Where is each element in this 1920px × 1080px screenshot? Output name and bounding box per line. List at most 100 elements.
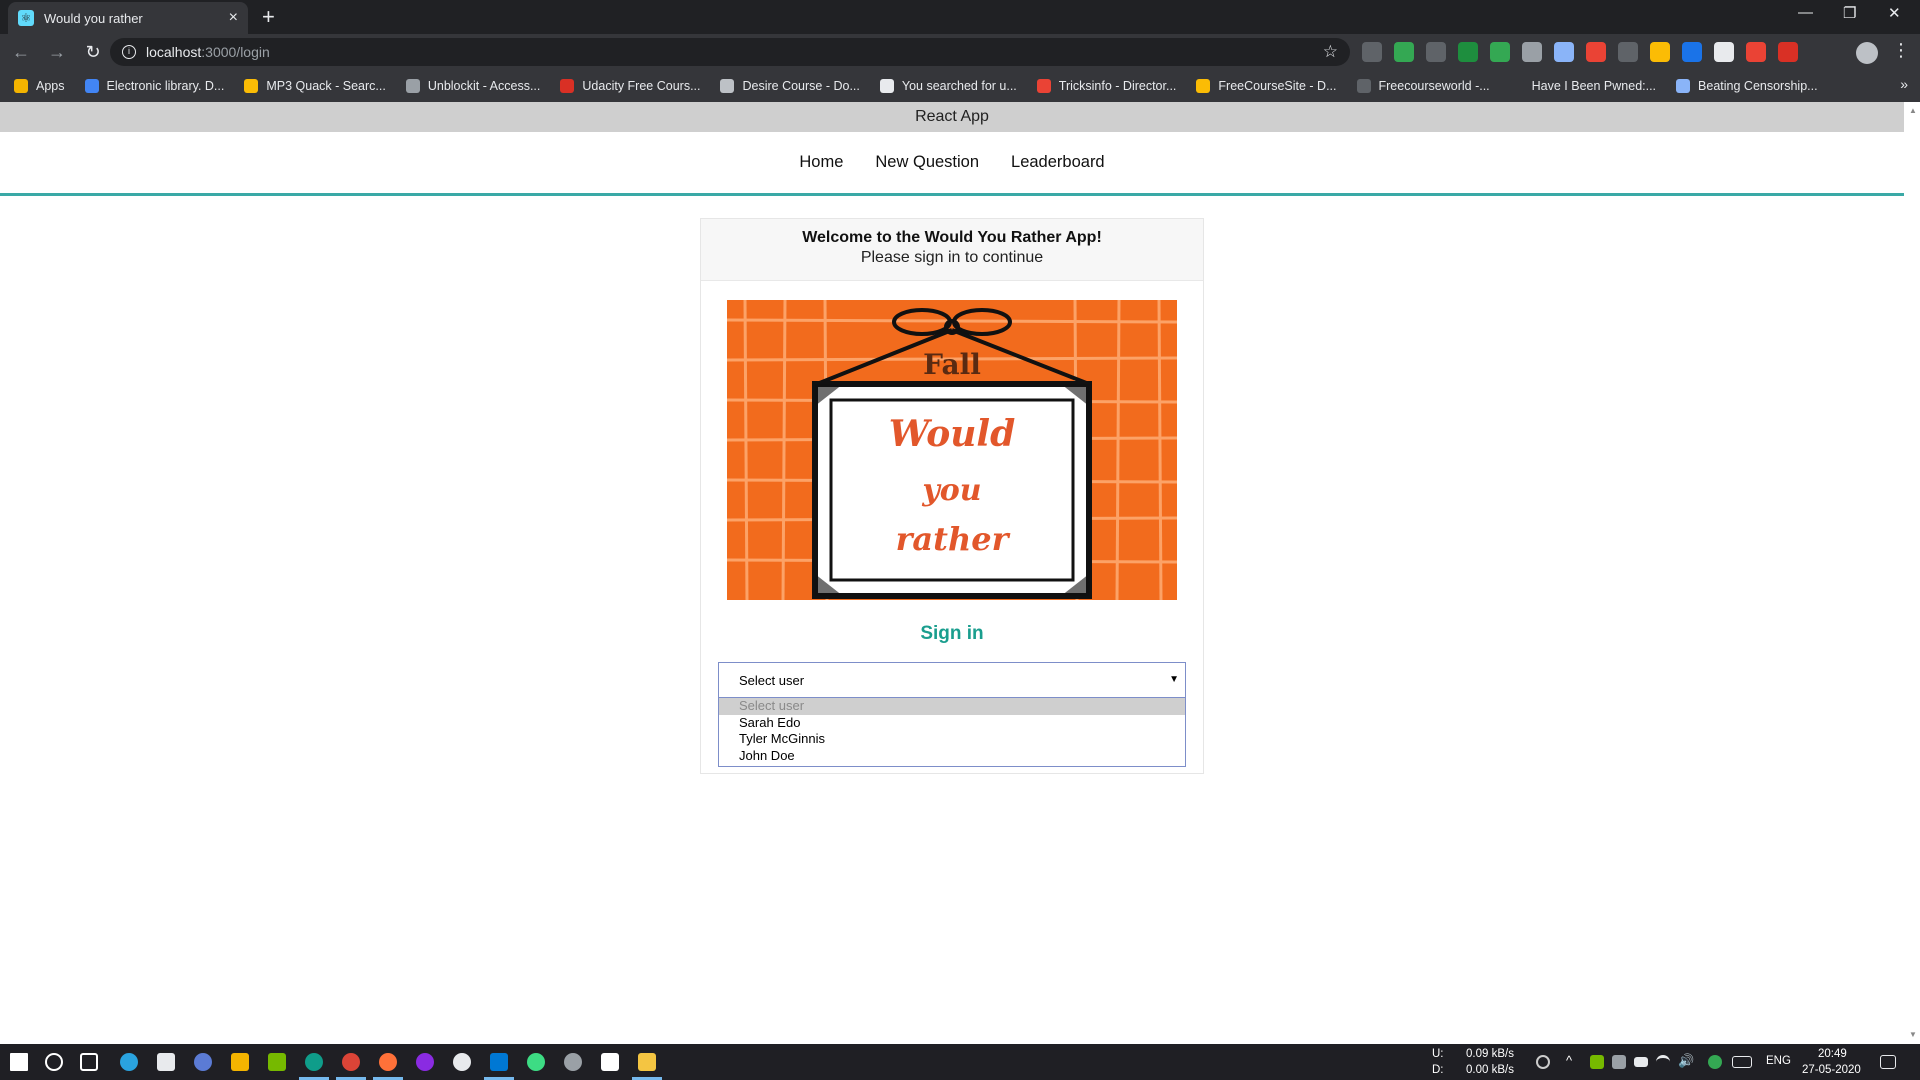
bookmark-item[interactable]: You searched for u... [879,79,1017,93]
user-select[interactable]: Select user ▼ [718,662,1186,698]
bookmark-label: Have I Been Pwned:... [1531,79,1657,93]
notification-center-icon[interactable] [1880,1055,1896,1069]
edge-icon[interactable] [305,1053,323,1071]
extension-icon[interactable] [1714,42,1734,62]
telegram-icon[interactable] [120,1053,138,1071]
profile-avatar[interactable] [1856,42,1878,64]
restore-button[interactable]: ❐ [1843,4,1856,22]
nvidia-tray-icon[interactable] [1590,1055,1604,1069]
chevron-down-icon: ▼ [1169,674,1179,685]
page-scrollbar[interactable] [1904,102,1920,1044]
react-favicon-icon: ⚛ [18,10,34,26]
bookmark-item[interactable]: Beating Censorship... [1676,79,1818,93]
extension-icon[interactable] [1746,42,1766,62]
tray-app-icon[interactable] [1612,1055,1626,1069]
security-tray-icon[interactable] [1708,1055,1722,1069]
tab-strip: ⚛ Would you rather × + — ❐ ✕ [0,0,1920,34]
extension-icon[interactable] [1618,42,1638,62]
bookmark-item[interactable]: Udacity Free Cours... [560,79,700,93]
language-indicator[interactable]: ENG [1766,1055,1791,1067]
extension-icon[interactable] [1522,42,1542,62]
vscode-icon[interactable] [490,1053,508,1071]
bookmark-item[interactable]: FreeCourseSite - D... [1196,79,1337,93]
close-tab-icon[interactable]: × [229,9,238,27]
tor-browser-icon[interactable] [416,1053,434,1071]
user-select-value: Select user [739,672,805,688]
nav-new-question[interactable]: New Question [875,153,979,172]
reload-button[interactable]: ↻ [78,42,108,63]
github-desktop-icon[interactable] [564,1053,582,1071]
login-card: Welcome to the Would You Rather App! Ple… [700,218,1204,774]
page-content: React App Home New Question Leaderboard … [0,102,1904,1044]
login-card-header: Welcome to the Would You Rather App! Ple… [701,219,1203,281]
browser-menu-icon[interactable]: ⋮ [1892,40,1910,61]
close-window-button[interactable]: ✕ [1888,4,1901,22]
send-icon[interactable] [157,1053,175,1071]
minimize-button[interactable]: — [1798,4,1813,21]
bookmark-item[interactable]: Desire Course - Do... [720,79,860,93]
back-button[interactable]: ← [6,42,36,63]
zeplin-icon[interactable] [601,1053,619,1071]
keyboard-icon[interactable] [1732,1056,1752,1068]
bookmark-label: Tricksinfo - Director... [1058,79,1177,93]
tray-chevron-up-icon[interactable]: ^ [1566,1053,1572,1068]
svg-text:Would: Would [889,413,1016,455]
nav-leaderboard[interactable]: Leaderboard [1011,153,1105,172]
browser-toolbar: ← → ↻ i localhost:3000/login ☆ ⋮ [0,34,1920,70]
extension-icon[interactable] [1426,42,1446,62]
clock-time[interactable]: 20:49 [1818,1048,1847,1060]
file-explorer-icon[interactable] [638,1053,656,1071]
welcome-title: Welcome to the Would You Rather App! [802,229,1102,246]
extension-icon[interactable] [1778,42,1798,62]
extension-icon[interactable] [1554,42,1574,62]
search-icon[interactable] [45,1053,63,1071]
windows-start-icon[interactable] [10,1053,28,1071]
battery-icon[interactable] [1634,1057,1648,1067]
address-bar[interactable]: i localhost:3000/login ☆ [110,38,1350,66]
forward-button[interactable]: → [42,42,72,63]
extension-icon[interactable] [1362,42,1382,62]
extension-icon[interactable] [1586,42,1606,62]
bookmark-favicon-icon [244,79,259,93]
url-path: :3000/login [201,44,270,60]
user-option-sarah-edo[interactable]: Sarah Edo [719,715,1185,732]
bookmark-star-icon[interactable]: ☆ [1323,42,1338,62]
extension-icon[interactable] [1490,42,1510,62]
new-tab-button[interactable]: + [262,6,275,28]
task-view-icon[interactable] [80,1053,98,1071]
clock-date[interactable]: 27-05-2020 [1802,1064,1861,1076]
scroll-down-arrow-icon[interactable]: ▼ [1909,1030,1917,1039]
user-option-john-doe[interactable]: John Doe [719,748,1185,765]
app-icon-blue[interactable] [194,1053,212,1071]
site-info-icon[interactable]: i [122,45,136,59]
bookmark-item[interactable]: Freecourseworld -... [1356,79,1490,93]
bookmark-item[interactable]: Unblockit - Access... [405,79,540,93]
user-option-tyler-mcginnis[interactable]: Tyler McGinnis [719,731,1185,748]
app-icon-white[interactable] [453,1053,471,1071]
extension-icon[interactable] [1650,42,1670,62]
extension-icon[interactable] [1458,42,1478,62]
bookmark-label: Udacity Free Cours... [582,79,701,93]
more-bookmarks-icon[interactable]: » [1900,76,1908,92]
nvidia-icon[interactable] [268,1053,286,1071]
firefox-icon[interactable] [379,1053,397,1071]
wifi-icon[interactable] [1656,1055,1670,1069]
bookmark-item[interactable]: Electronic library. D... [84,79,224,93]
bookmark-item[interactable]: Apps [14,79,65,93]
nav-home[interactable]: Home [799,153,843,172]
main-nav: Home New Question Leaderboard [0,132,1904,196]
url-host: localhost [146,44,202,60]
scroll-up-arrow-icon[interactable]: ▲ [1909,106,1917,115]
android-studio-icon[interactable] [527,1053,545,1071]
browser-tab[interactable]: ⚛ Would you rather × [8,2,248,34]
bookmark-item[interactable]: Have I Been Pwned:... [1509,79,1657,93]
upload-rate: 0.09 kB/s [1466,1048,1514,1060]
chrome-icon[interactable] [342,1053,360,1071]
app-icon-yellow[interactable] [231,1053,249,1071]
bookmark-item[interactable]: MP3 Quack - Searc... [244,79,386,93]
extension-icon[interactable] [1682,42,1702,62]
people-icon[interactable] [1536,1055,1550,1069]
bookmark-item[interactable]: Tricksinfo - Director... [1036,79,1177,93]
extension-icon[interactable] [1394,42,1414,62]
volume-icon[interactable]: 🔊 [1678,1053,1694,1069]
